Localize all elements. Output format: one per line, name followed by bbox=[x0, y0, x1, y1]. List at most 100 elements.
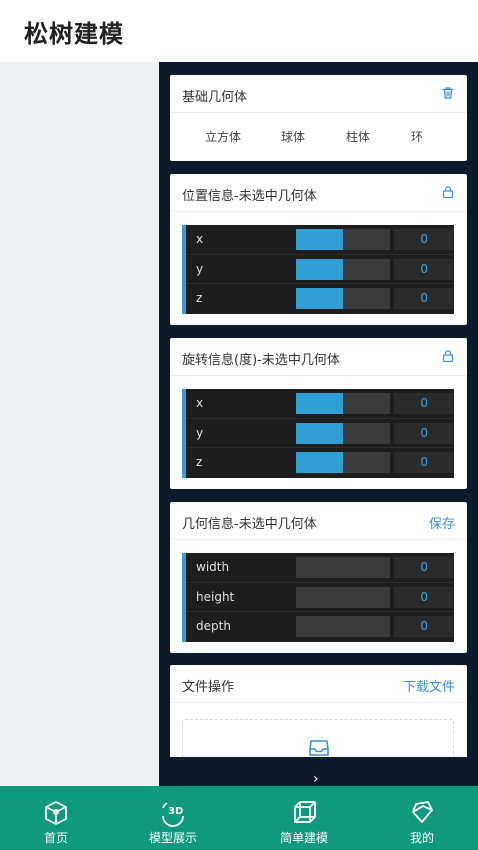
slider-fill bbox=[296, 393, 343, 414]
rotation-title: 旋转信息(度)-未选中几何体 bbox=[182, 353, 340, 368]
prop-row: x 0 bbox=[186, 389, 454, 419]
panel-collapse-bar[interactable]: › bbox=[159, 757, 478, 787]
width-input[interactable]: 0 bbox=[394, 557, 454, 578]
inbox-icon bbox=[309, 740, 329, 756]
user-icon bbox=[412, 801, 433, 823]
prop-row: depth 0 bbox=[186, 612, 454, 642]
slider-fill bbox=[296, 229, 343, 250]
number-value: 0 bbox=[420, 396, 428, 410]
tab-mine[interactable]: 我的 bbox=[362, 786, 478, 850]
svg-text:3D: 3D bbox=[168, 806, 183, 817]
cube-icon bbox=[294, 801, 316, 823]
prop-row: z 0 bbox=[186, 284, 454, 314]
tab-model-display-label: 模型展示 bbox=[148, 831, 197, 845]
prop-label: y bbox=[196, 425, 204, 440]
shape-torus-button[interactable]: 环 bbox=[411, 128, 423, 145]
geometry-prop-list: width 0 height 0 depth 0 bbox=[182, 553, 454, 642]
tab-simple-modeling-label: 简单建模 bbox=[279, 831, 328, 845]
prop-label: z bbox=[196, 291, 203, 305]
file-ops-card: 文件操作 下载文件 bbox=[170, 665, 467, 757]
geometry-title: 几何信息-未选中几何体 bbox=[182, 517, 317, 532]
prop-row: y 0 bbox=[186, 255, 454, 284]
prop-label: x bbox=[196, 396, 204, 410]
number-value: 0 bbox=[420, 425, 428, 440]
chevron-right-icon: › bbox=[313, 771, 319, 787]
rotation-y-input[interactable]: 0 bbox=[394, 422, 454, 444]
position-card: 位置信息-未选中几何体 x 0 y 0 z 0 bbox=[170, 174, 467, 325]
position-title: 位置信息-未选中几何体 bbox=[182, 189, 317, 204]
download-file-button[interactable]: 下载文件 bbox=[403, 676, 455, 695]
position-y-slider[interactable] bbox=[296, 258, 390, 280]
position-header: 位置信息-未选中几何体 bbox=[170, 174, 467, 212]
shape-list: 立方体 球体 柱体 环 bbox=[170, 113, 467, 161]
slider-fill bbox=[296, 422, 343, 444]
geometry-header: 几何信息-未选中几何体 保存 bbox=[170, 502, 467, 540]
depth-slider[interactable] bbox=[296, 616, 390, 637]
basic-shapes-title: 基础几何体 bbox=[182, 90, 248, 105]
basic-shapes-header: 基础几何体 bbox=[170, 75, 467, 113]
rotation-x-input[interactable]: 0 bbox=[394, 393, 454, 414]
tab-mine-label: 我的 bbox=[409, 831, 434, 845]
position-z-input[interactable]: 0 bbox=[394, 288, 454, 309]
file-upload-area[interactable] bbox=[182, 719, 454, 757]
side-panel: 基础几何体 立方体 球体 柱体 环 位置信息-未选中几何体 x 0 y 0 z … bbox=[159, 62, 478, 757]
prop-label: y bbox=[196, 261, 204, 276]
prop-label: height bbox=[196, 589, 235, 604]
prop-label: z bbox=[196, 455, 203, 469]
rotation-z-input[interactable]: 0 bbox=[394, 452, 454, 473]
number-value: 0 bbox=[420, 232, 428, 246]
slider-fill bbox=[296, 288, 343, 309]
position-x-slider[interactable] bbox=[296, 229, 390, 250]
position-x-input[interactable]: 0 bbox=[394, 229, 454, 250]
slider-fill bbox=[296, 452, 343, 473]
lock-icon[interactable] bbox=[441, 185, 455, 199]
file-ops-header: 文件操作 下载文件 bbox=[170, 665, 467, 703]
shape-cylinder-button[interactable]: 柱体 bbox=[346, 128, 370, 145]
rotation-card: 旋转信息(度)-未选中几何体 x 0 y 0 z 0 bbox=[170, 338, 467, 489]
rotation-header: 旋转信息(度)-未选中几何体 bbox=[170, 338, 467, 376]
prop-row: z 0 bbox=[186, 448, 454, 478]
bottom-tabbar: 首页 3D 模型展示 简单建模 我的 bbox=[0, 786, 478, 850]
model-viewport[interactable] bbox=[0, 62, 160, 786]
trash-icon[interactable] bbox=[441, 86, 455, 100]
lock-icon[interactable] bbox=[441, 349, 455, 363]
rotation-y-slider[interactable] bbox=[296, 422, 390, 444]
prop-row: width 0 bbox=[186, 553, 454, 583]
prop-row: y 0 bbox=[186, 419, 454, 448]
prop-label: x bbox=[196, 232, 204, 246]
depth-input[interactable]: 0 bbox=[394, 616, 454, 637]
tab-simple-modeling[interactable]: 简单建模 bbox=[244, 786, 364, 850]
width-slider[interactable] bbox=[296, 557, 390, 578]
number-value: 0 bbox=[420, 619, 428, 633]
prop-row: x 0 bbox=[186, 225, 454, 255]
number-value: 0 bbox=[420, 455, 428, 469]
app-header: 松树建模 bbox=[0, 0, 478, 62]
number-value: 0 bbox=[420, 261, 428, 276]
height-input[interactable]: 0 bbox=[394, 586, 454, 608]
tab-home-label: 首页 bbox=[43, 831, 68, 845]
prop-row: height 0 bbox=[186, 583, 454, 612]
tab-home[interactable]: 首页 bbox=[0, 786, 116, 850]
prop-label: depth bbox=[196, 619, 231, 633]
tab-model-display[interactable]: 3D 模型展示 bbox=[113, 786, 233, 850]
shape-cube-button[interactable]: 立方体 bbox=[205, 128, 241, 145]
position-z-slider[interactable] bbox=[296, 288, 390, 309]
number-value: 0 bbox=[420, 560, 428, 574]
rotation-z-slider[interactable] bbox=[296, 452, 390, 473]
position-y-input[interactable]: 0 bbox=[394, 258, 454, 280]
home-icon bbox=[45, 801, 67, 825]
prop-label: width bbox=[196, 560, 230, 574]
file-ops-title: 文件操作 bbox=[182, 680, 235, 695]
app-title: 松树建模 bbox=[24, 20, 124, 48]
shape-sphere-button[interactable]: 球体 bbox=[281, 128, 305, 145]
number-value: 0 bbox=[420, 589, 428, 604]
rotation-prop-list: x 0 y 0 z 0 bbox=[182, 389, 454, 478]
position-prop-list: x 0 y 0 z 0 bbox=[182, 225, 454, 314]
slider-fill bbox=[296, 258, 343, 280]
save-button[interactable]: 保存 bbox=[429, 513, 455, 532]
basic-shapes-card: 基础几何体 立方体 球体 柱体 环 bbox=[170, 75, 467, 161]
3d-rotate-icon: 3D bbox=[162, 802, 184, 827]
rotation-x-slider[interactable] bbox=[296, 393, 390, 414]
height-slider[interactable] bbox=[296, 586, 390, 608]
number-value: 0 bbox=[420, 291, 428, 305]
